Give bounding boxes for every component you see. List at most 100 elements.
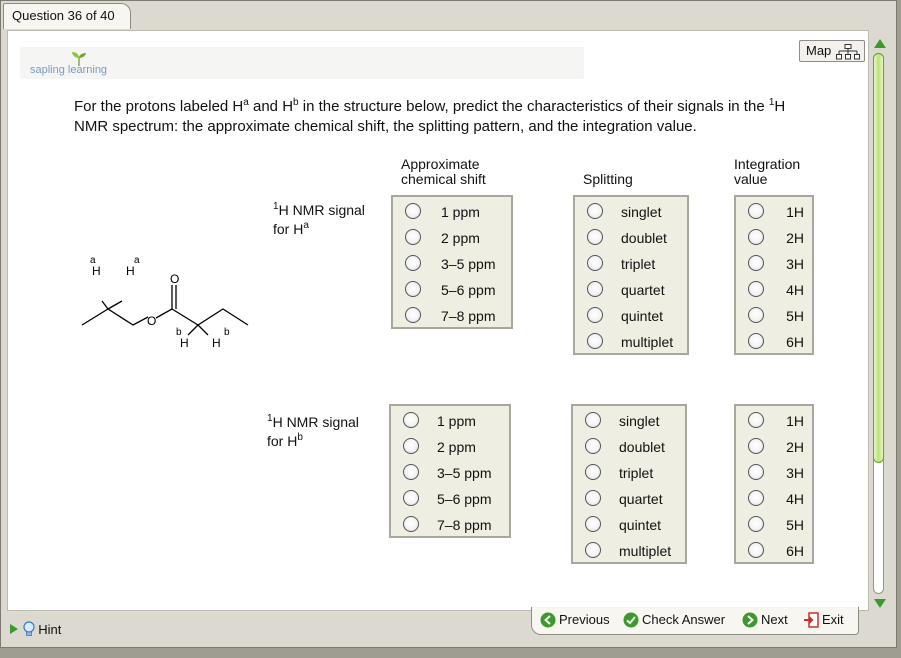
integration-option[interactable]: 1H (748, 410, 804, 432)
radio-button[interactable] (585, 490, 601, 506)
shift-option[interactable]: 2 ppm (405, 227, 503, 249)
next-button[interactable]: Next (742, 611, 788, 629)
shift-option[interactable]: 1 ppm (405, 201, 503, 223)
shift-option[interactable]: 2 ppm (403, 436, 501, 458)
radio-button[interactable] (403, 464, 419, 480)
radio-button[interactable] (587, 307, 603, 323)
integration-option-label: 5H (786, 517, 804, 533)
radio-button[interactable] (748, 464, 764, 480)
signal-label-a: 1H NMR signal for Ha (273, 201, 365, 239)
shift-option-label: 2 ppm (441, 230, 480, 246)
integration-option[interactable]: 5H (748, 305, 804, 327)
shift-option[interactable]: 3–5 ppm (405, 253, 503, 275)
radio-button[interactable] (748, 203, 764, 219)
splitting-option[interactable]: triplet (587, 253, 679, 275)
shift-option-label: 7–8 ppm (441, 308, 496, 324)
map-button[interactable]: Map (799, 40, 865, 62)
scrollbar-thumb[interactable] (873, 53, 884, 463)
integration-options-b: 1H 2H 3H 4H 5H 6H (734, 404, 814, 564)
exit-button[interactable]: Exit (803, 611, 844, 629)
integration-option[interactable]: 4H (748, 488, 804, 510)
radio-button[interactable] (748, 412, 764, 428)
radio-button[interactable] (748, 307, 764, 323)
radio-button[interactable] (748, 542, 764, 558)
integration-option[interactable]: 6H (748, 331, 804, 353)
radio-button[interactable] (748, 333, 764, 349)
radio-button[interactable] (585, 542, 601, 558)
integration-option[interactable]: 2H (748, 436, 804, 458)
splitting-option[interactable]: doublet (585, 436, 677, 458)
integration-option-label: 2H (786, 439, 804, 455)
splitting-option[interactable]: multiplet (587, 331, 679, 353)
radio-button[interactable] (585, 464, 601, 480)
radio-button[interactable] (748, 281, 764, 297)
prompt-sup-a: a (243, 97, 249, 108)
integration-option[interactable]: 6H (748, 540, 804, 562)
shift-option[interactable]: 7–8 ppm (405, 305, 503, 327)
radio-button[interactable] (748, 516, 764, 532)
radio-button[interactable] (748, 490, 764, 506)
play-icon (10, 624, 18, 634)
shift-option-label: 7–8 ppm (437, 517, 492, 533)
splitting-option[interactable]: multiplet (585, 540, 677, 562)
shift-option-label: 3–5 ppm (441, 256, 496, 272)
splitting-option[interactable]: triplet (585, 462, 677, 484)
previous-button[interactable]: Previous (540, 611, 610, 629)
radio-button[interactable] (405, 281, 421, 297)
radio-button[interactable] (587, 229, 603, 245)
shift-option[interactable]: 7–8 ppm (403, 514, 501, 536)
radio-button[interactable] (587, 333, 603, 349)
shift-option[interactable]: 3–5 ppm (403, 462, 501, 484)
column-header-shift: Approximate chemical shift (401, 157, 486, 187)
splitting-option-label: quintet (619, 517, 662, 533)
radio-button[interactable] (403, 516, 419, 532)
integration-option[interactable]: 2H (748, 227, 804, 249)
integration-option[interactable]: 5H (748, 514, 804, 536)
scroll-up-icon[interactable] (874, 39, 886, 48)
check-answer-button[interactable]: Check Answer (623, 611, 725, 629)
splitting-option[interactable]: quartet (585, 488, 677, 510)
bottom-bar: Hint Previous Check Answer Next Exit (1, 607, 898, 649)
splitting-option[interactable]: singlet (585, 410, 677, 432)
radio-button[interactable] (405, 255, 421, 271)
radio-button[interactable] (585, 412, 601, 428)
radio-button[interactable] (587, 281, 603, 297)
shift-option[interactable]: 1 ppm (403, 410, 501, 432)
splitting-option[interactable]: singlet (587, 201, 679, 223)
vertical-scrollbar[interactable] (870, 37, 888, 612)
shift-option-label: 2 ppm (437, 439, 476, 455)
shift-option[interactable]: 5–6 ppm (405, 279, 503, 301)
radio-button[interactable] (403, 438, 419, 454)
radio-button[interactable] (403, 490, 419, 506)
shift-option[interactable]: 5–6 ppm (403, 488, 501, 510)
integration-option[interactable]: 3H (748, 253, 804, 275)
splitting-option[interactable]: doublet (587, 227, 679, 249)
radio-button[interactable] (403, 412, 419, 428)
prompt-sup-b: b (293, 97, 299, 108)
label-sup: a (303, 220, 309, 232)
scroll-down-icon[interactable] (874, 599, 886, 608)
splitting-option[interactable]: quintet (587, 305, 679, 327)
splitting-option[interactable]: quartet (587, 279, 679, 301)
radio-button[interactable] (405, 307, 421, 323)
radio-button[interactable] (748, 255, 764, 271)
radio-button[interactable] (585, 516, 601, 532)
integration-option[interactable]: 3H (748, 462, 804, 484)
splitting-option-label: quintet (621, 308, 664, 324)
hint-button[interactable]: Hint (9, 621, 61, 638)
label-b: b (224, 327, 230, 338)
radio-button[interactable] (405, 229, 421, 245)
radio-button[interactable] (405, 203, 421, 219)
radio-button[interactable] (748, 438, 764, 454)
splitting-option[interactable]: quintet (585, 514, 677, 536)
integration-option[interactable]: 4H (748, 279, 804, 301)
atom-o-carbonyl: O (170, 272, 179, 286)
signal-label-b: 1H NMR signal for Hb (267, 413, 359, 451)
shift-option-label: 5–6 ppm (441, 282, 496, 298)
column-header-integration: Integration value (734, 157, 800, 187)
integration-option[interactable]: 1H (748, 201, 804, 223)
radio-button[interactable] (587, 255, 603, 271)
radio-button[interactable] (748, 229, 764, 245)
radio-button[interactable] (587, 203, 603, 219)
radio-button[interactable] (585, 438, 601, 454)
